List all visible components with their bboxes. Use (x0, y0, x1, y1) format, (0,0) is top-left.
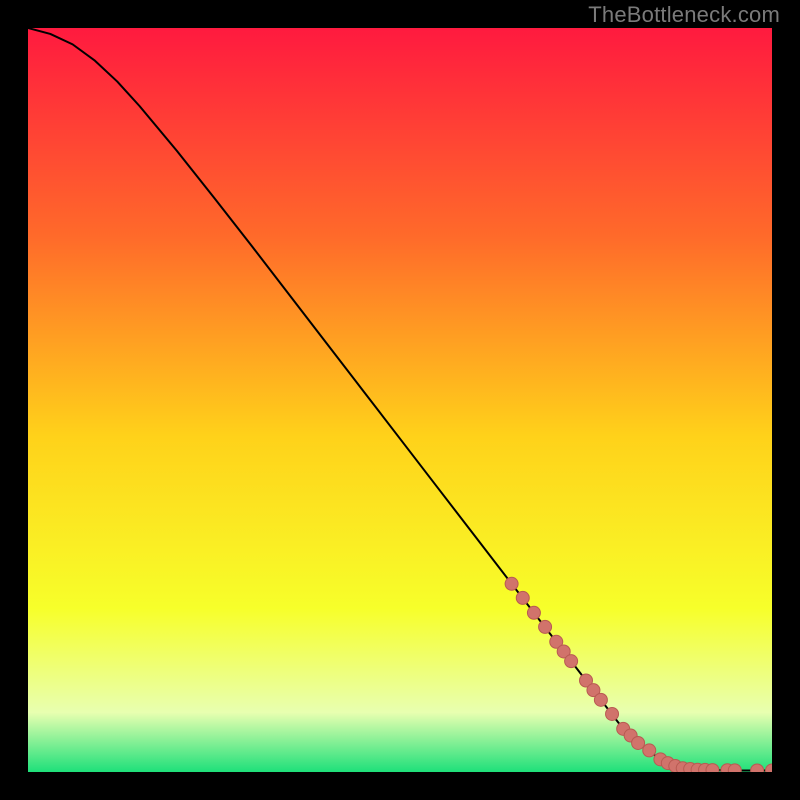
plot-svg (28, 28, 772, 772)
data-marker (516, 591, 529, 604)
data-marker (527, 606, 540, 619)
plot-area (28, 28, 772, 772)
data-marker (751, 764, 764, 772)
data-marker (632, 736, 645, 749)
gradient-background (28, 28, 772, 772)
data-marker (643, 744, 656, 757)
data-marker (606, 707, 619, 720)
data-marker (728, 764, 741, 772)
data-marker (594, 693, 607, 706)
attribution-text: TheBottleneck.com (588, 2, 780, 28)
data-marker (565, 655, 578, 668)
data-marker (505, 577, 518, 590)
chart-frame: TheBottleneck.com (0, 0, 800, 800)
data-marker (539, 620, 552, 633)
data-marker (706, 764, 719, 772)
